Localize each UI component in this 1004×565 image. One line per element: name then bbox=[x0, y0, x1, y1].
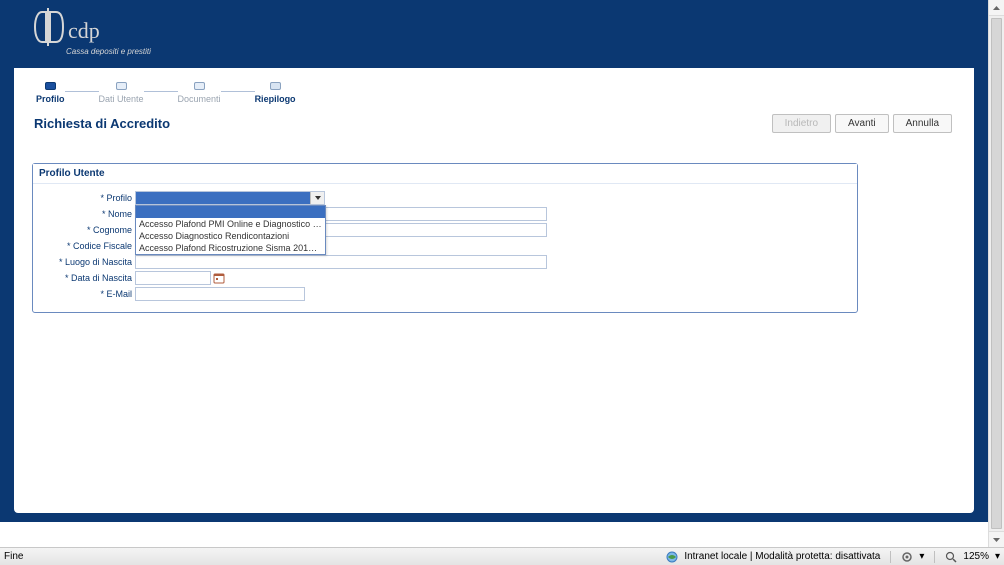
vertical-scrollbar[interactable] bbox=[988, 0, 1004, 547]
page-body: Profilo Dati Utente Documenti bbox=[14, 68, 974, 513]
chevron-down-icon[interactable] bbox=[310, 192, 324, 204]
luogo-nascita-input[interactable] bbox=[135, 255, 547, 269]
step-label: Documenti bbox=[178, 94, 221, 104]
zone-icon bbox=[666, 551, 678, 563]
back-button: Indietro bbox=[772, 114, 831, 133]
form: Profilo Accesso Plafond PMI Online e Dia… bbox=[33, 184, 857, 312]
title-row: Richiesta di Accredito Indietro Avanti A… bbox=[28, 114, 960, 133]
next-button[interactable]: Avanti bbox=[835, 114, 889, 133]
row-profilo: Profilo Accesso Plafond PMI Online e Dia… bbox=[41, 190, 849, 206]
row-email: E-Mail bbox=[41, 286, 849, 302]
wizard-steps: Profilo Dati Utente Documenti bbox=[36, 82, 960, 104]
chevron-down-icon[interactable]: ▾ bbox=[995, 551, 1000, 562]
step-label: Profilo bbox=[36, 94, 65, 104]
data-nascita-input[interactable] bbox=[135, 271, 211, 285]
page-title: Richiesta di Accredito bbox=[34, 116, 170, 131]
step-label: Riepilogo bbox=[255, 94, 296, 104]
zone-text: Intranet locale | Modalità protetta: dis… bbox=[684, 551, 880, 562]
logo-subtitle: Cassa depositi e prestiti bbox=[66, 47, 988, 56]
label-email: E-Mail bbox=[41, 289, 135, 299]
status-left: Fine bbox=[4, 551, 23, 562]
label-nome: Nome bbox=[41, 209, 135, 219]
content-area: cdp Cassa depositi e prestiti Profilo Da… bbox=[0, 0, 988, 547]
logo: cdp bbox=[32, 6, 100, 48]
cancel-button[interactable]: Annulla bbox=[893, 114, 952, 133]
email-input[interactable] bbox=[135, 287, 305, 301]
profilo-dropdown: Accesso Plafond PMI Online e Diagnostico… bbox=[135, 205, 326, 255]
step-node-icon bbox=[270, 82, 281, 90]
dropdown-item[interactable]: Accesso Diagnostico Rendicontazioni bbox=[136, 230, 325, 242]
step-dati-utente[interactable]: Dati Utente bbox=[99, 82, 144, 104]
step-profilo[interactable]: Profilo bbox=[36, 82, 65, 104]
label-profilo: Profilo bbox=[41, 193, 135, 203]
status-right: Intranet locale | Modalità protetta: dis… bbox=[666, 551, 1000, 563]
scroll-down-icon[interactable] bbox=[989, 531, 1004, 547]
dropdown-item[interactable]: Accesso Plafond PMI Online e Diagnostico… bbox=[136, 218, 325, 230]
label-luogo-nascita: Luogo di Nascita bbox=[41, 257, 135, 267]
row-luogo: Luogo di Nascita bbox=[41, 254, 849, 270]
step-riepilogo[interactable]: Riepilogo bbox=[255, 82, 296, 104]
step-connector bbox=[221, 91, 255, 92]
dropdown-item-blank[interactable] bbox=[136, 206, 325, 218]
zoom-value: 125% bbox=[963, 551, 989, 562]
scroll-thumb[interactable] bbox=[991, 18, 1002, 529]
zoom-icon[interactable] bbox=[945, 551, 957, 563]
status-separator bbox=[934, 551, 935, 563]
status-bar: Fine Intranet locale | Modalità protetta… bbox=[0, 547, 1004, 565]
profilo-select[interactable] bbox=[135, 191, 325, 205]
label-codice-fiscale: Codice Fiscale bbox=[41, 241, 135, 251]
step-connector bbox=[65, 91, 99, 92]
step-node-icon bbox=[45, 82, 56, 90]
profilo-utente-panel: Profilo Utente Profilo bbox=[32, 163, 858, 313]
step-documenti[interactable]: Documenti bbox=[178, 82, 221, 104]
step-node-icon bbox=[116, 82, 127, 90]
action-buttons: Indietro Avanti Annulla bbox=[772, 114, 952, 133]
logo-icon bbox=[32, 6, 66, 48]
step-label: Dati Utente bbox=[99, 94, 144, 104]
outer-background: cdp Cassa depositi e prestiti Profilo Da… bbox=[0, 0, 988, 522]
logo-text: cdp bbox=[68, 20, 100, 42]
profilo-select-value bbox=[136, 192, 310, 204]
step-node-icon bbox=[194, 82, 205, 90]
calendar-icon[interactable] bbox=[213, 272, 225, 284]
label-cognome: Cognome bbox=[41, 225, 135, 235]
scroll-up-icon[interactable] bbox=[989, 0, 1004, 16]
label-data-nascita: Data di Nascita bbox=[41, 273, 135, 283]
gear-icon[interactable] bbox=[901, 551, 913, 563]
row-data: Data di Nascita bbox=[41, 270, 849, 286]
chevron-down-icon[interactable]: ▾ bbox=[919, 551, 924, 562]
status-separator bbox=[890, 551, 891, 563]
panel-header: Profilo Utente bbox=[33, 164, 857, 184]
header-banner: cdp Cassa depositi e prestiti bbox=[0, 0, 988, 68]
step-connector bbox=[144, 91, 178, 92]
dropdown-item[interactable]: Accesso Plafond Ricostruzione Sisma 2012… bbox=[136, 242, 325, 254]
